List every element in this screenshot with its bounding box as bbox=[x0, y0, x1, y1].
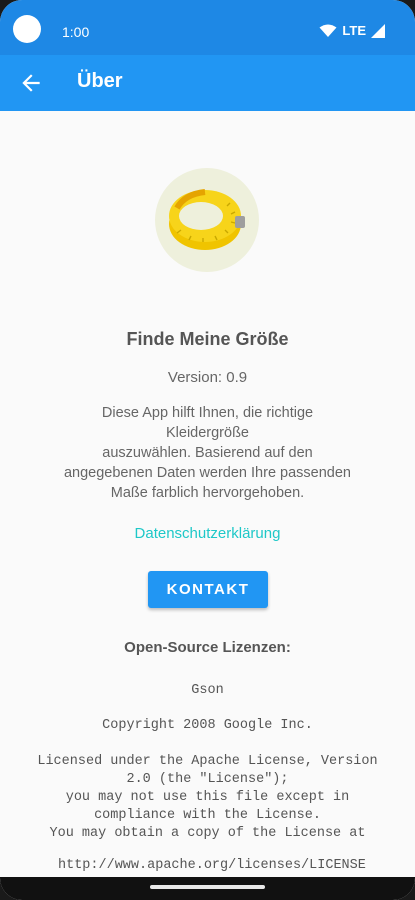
home-gesture-handle[interactable] bbox=[150, 885, 265, 889]
gesture-navigation-bar bbox=[0, 877, 415, 900]
wifi-icon bbox=[319, 24, 337, 37]
license-text: Licensed under the Apache License, Versi… bbox=[37, 754, 378, 841]
license-library-name: Gson bbox=[191, 683, 224, 698]
about-content[interactable]: Finde Meine Größe Version: 0.9 Diese App… bbox=[0, 111, 415, 877]
app-name: Finde Meine Größe bbox=[126, 329, 289, 349]
tape-measure-icon bbox=[169, 189, 245, 250]
network-label: LTE bbox=[342, 23, 366, 38]
app-description: Diese App hilft Ihnen, die richtige Klei… bbox=[63, 405, 351, 501]
license-url: http://www.apache.org/licenses/LICENSE bbox=[58, 858, 366, 873]
privacy-policy-link[interactable]: Datenschutzerklärung bbox=[0, 525, 415, 542]
status-time: 1:00 bbox=[62, 24, 90, 40]
status-icons: LTE bbox=[319, 23, 385, 38]
page-title: Über bbox=[77, 70, 123, 92]
licenses-heading: Open-Source Lizenzen: bbox=[124, 639, 291, 656]
license-copyright: Copyright 2008 Google Inc. bbox=[102, 718, 313, 733]
signal-icon bbox=[371, 23, 385, 38]
camera-cutout bbox=[13, 15, 41, 43]
contact-button[interactable]: KONTAKT bbox=[148, 571, 268, 608]
back-arrow-icon[interactable] bbox=[18, 70, 44, 96]
app-bar: Über bbox=[0, 55, 415, 111]
screen: 1:00 LTE Über Finde Meine Größe Version:… bbox=[0, 0, 415, 900]
status-bar: 1:00 LTE bbox=[0, 0, 415, 55]
app-logo bbox=[155, 168, 259, 272]
app-version: Version: 0.9 bbox=[167, 369, 248, 386]
